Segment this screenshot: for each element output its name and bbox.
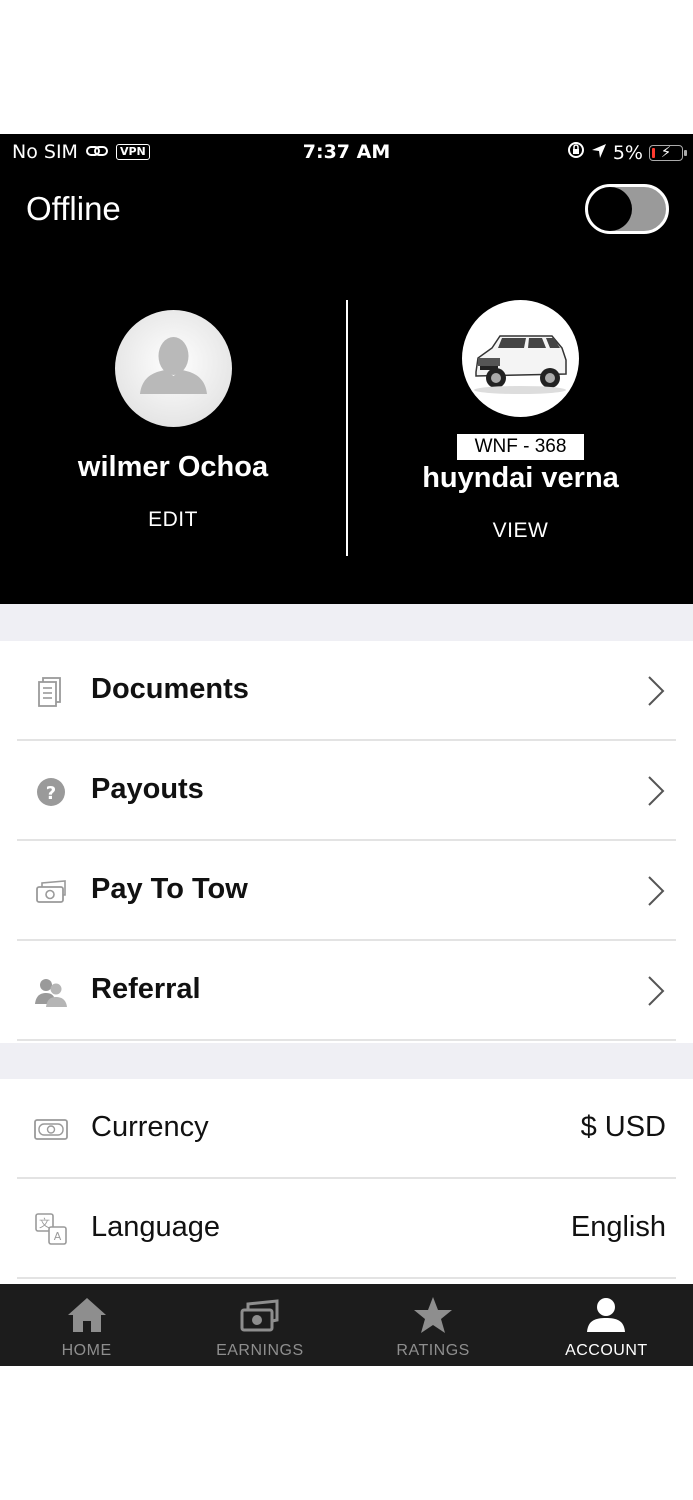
home-icon bbox=[67, 1298, 106, 1332]
chevron-right-icon bbox=[646, 975, 666, 1007]
bottom-nav: HOME EARNINGS RATINGS ACCOUNT bbox=[0, 1284, 693, 1366]
menu-item-payouts[interactable]: ? Payouts bbox=[17, 741, 676, 841]
nav-label: HOME bbox=[61, 1342, 112, 1359]
profile-header: Offline wilmer Ochoa EDIT WNF - 368 huyn… bbox=[0, 170, 693, 604]
edit-profile-button[interactable]: EDIT bbox=[0, 508, 346, 532]
cash-icon bbox=[34, 874, 68, 908]
setting-label: Currency bbox=[91, 1111, 209, 1143]
driver-avatar[interactable] bbox=[114, 310, 232, 427]
chevron-right-icon bbox=[646, 775, 666, 807]
nav-label: RATINGS bbox=[396, 1342, 470, 1359]
online-toggle[interactable] bbox=[585, 184, 669, 234]
vehicle-photo[interactable] bbox=[462, 300, 579, 417]
payouts-icon: ? bbox=[34, 774, 68, 808]
toggle-knob bbox=[588, 187, 632, 231]
nav-label: ACCOUNT bbox=[565, 1342, 648, 1359]
account-screen: No SIM VPN 7:37 AM 5% ⚡ Offline wilmer O… bbox=[0, 134, 693, 1366]
chevron-right-icon bbox=[646, 675, 666, 707]
battery-icon: ⚡ bbox=[649, 142, 687, 161]
svg-text:?: ? bbox=[46, 783, 56, 804]
setting-label: Language bbox=[91, 1211, 221, 1243]
setting-value: $ USD bbox=[580, 1111, 666, 1143]
language-icon: 文A bbox=[34, 1212, 68, 1246]
nav-home[interactable]: HOME bbox=[0, 1284, 173, 1366]
svg-text:A: A bbox=[54, 1230, 62, 1243]
menu-item-referral[interactable]: Referral bbox=[17, 941, 676, 1041]
status-right: 5% ⚡ bbox=[567, 141, 687, 164]
menu-item-label: Payouts bbox=[91, 773, 204, 805]
menu-item-label: Pay To Tow bbox=[91, 873, 248, 905]
nav-label: EARNINGS bbox=[216, 1342, 304, 1359]
chevron-right-icon bbox=[646, 875, 666, 907]
vehicle-profile: WNF - 368 huyndai verna VIEW bbox=[348, 300, 693, 543]
documents-icon bbox=[34, 674, 68, 708]
section-gap bbox=[0, 1043, 693, 1079]
nav-account[interactable]: ACCOUNT bbox=[520, 1284, 693, 1366]
person-placeholder-icon bbox=[139, 337, 207, 394]
setting-currency[interactable]: Currency $ USD bbox=[17, 1079, 676, 1179]
battery-percent: 5% bbox=[612, 141, 643, 164]
driver-name: wilmer Ochoa bbox=[77, 451, 269, 483]
orientation-lock-icon bbox=[567, 141, 585, 164]
charging-bolt-icon: ⚡ bbox=[660, 142, 672, 161]
account-icon bbox=[587, 1298, 626, 1332]
location-arrow-icon bbox=[591, 142, 607, 164]
earnings-icon bbox=[240, 1299, 279, 1332]
status-bar: No SIM VPN 7:37 AM 5% ⚡ bbox=[0, 134, 693, 170]
vehicle-name: huyndai verna bbox=[422, 462, 619, 494]
view-vehicle-button[interactable]: VIEW bbox=[348, 519, 693, 543]
currency-icon bbox=[34, 1112, 68, 1146]
menu-item-pay-to-tow[interactable]: Pay To Tow bbox=[17, 841, 676, 941]
menu-item-documents[interactable]: Documents bbox=[17, 641, 676, 741]
driver-status-label: Offline bbox=[26, 190, 121, 227]
driver-profile: wilmer Ochoa EDIT bbox=[0, 310, 346, 532]
nav-ratings[interactable]: RATINGS bbox=[347, 1284, 520, 1366]
star-icon bbox=[414, 1297, 453, 1333]
suv-image bbox=[474, 335, 567, 394]
menu-item-label: Referral bbox=[91, 973, 201, 1005]
referral-icon bbox=[34, 974, 68, 1008]
nav-earnings[interactable]: EARNINGS bbox=[173, 1284, 346, 1366]
menu-item-label: Documents bbox=[91, 673, 249, 705]
setting-language[interactable]: 文A Language English bbox=[17, 1179, 676, 1279]
setting-value: English bbox=[570, 1211, 666, 1243]
license-plate: WNF - 368 bbox=[456, 434, 585, 460]
section-gap bbox=[0, 604, 693, 641]
